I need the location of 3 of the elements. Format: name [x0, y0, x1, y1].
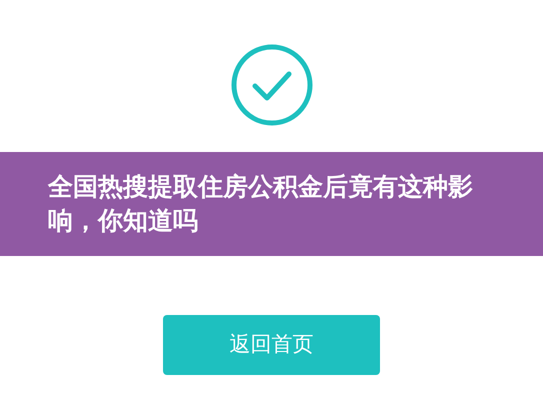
home-button[interactable]: 返回首页 — [163, 315, 380, 375]
article-title: 全国热搜提取住房公积金后竟有这种影响，你知道吗 — [48, 171, 474, 237]
checkmark-icon — [230, 44, 312, 126]
